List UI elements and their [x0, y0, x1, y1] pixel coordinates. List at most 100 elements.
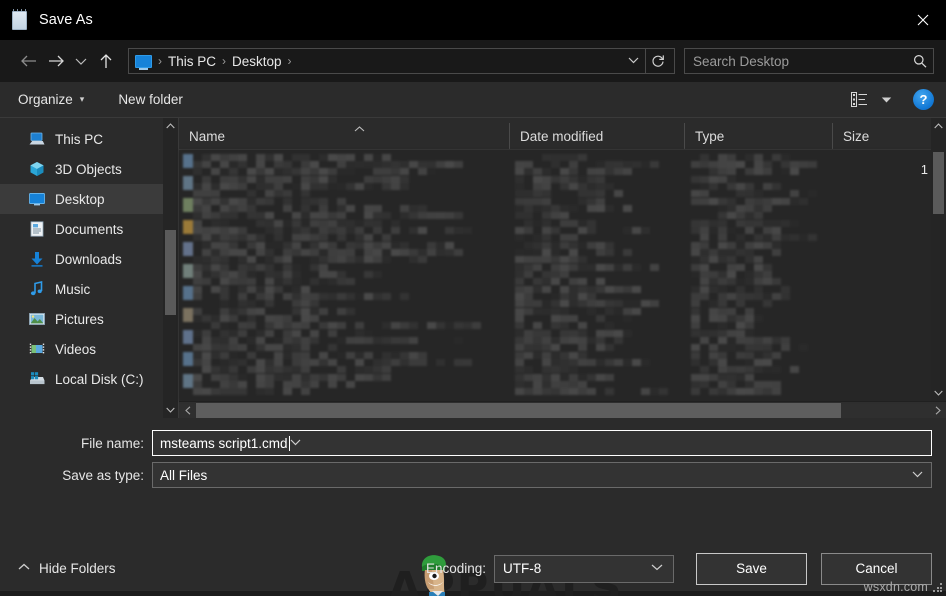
help-button[interactable]: ? — [913, 89, 934, 110]
resize-grip[interactable] — [933, 583, 943, 593]
close-icon[interactable] — [900, 0, 946, 40]
command-toolbar: Organize ▾ New folder ? — [0, 82, 946, 118]
view-options-chevron-down-icon[interactable] — [872, 96, 900, 104]
file-name-input[interactable]: msteams script1.cmd — [152, 430, 932, 456]
save-as-type-row: Save as type: All Files — [0, 462, 946, 488]
sidebar-scroll-down-chevron-down-icon[interactable] — [163, 402, 178, 418]
wsxdn-watermark: wsxdn.com — [864, 580, 928, 594]
save-as-dialog: Save As › This PC › Desktop › — [0, 0, 946, 596]
hide-folders-button[interactable]: Hide Folders — [18, 561, 116, 576]
encoding-chevron-down-icon[interactable] — [651, 563, 667, 574]
hscroll-track[interactable] — [196, 402, 929, 419]
sidebar-item-music[interactable]: Music — [0, 274, 178, 304]
sidebar-item-label: 3D Objects — [55, 162, 122, 177]
file-list-scrollbar[interactable] — [931, 118, 946, 401]
file-rows-blurred[interactable] — [179, 150, 946, 401]
sidebar-item-downloads[interactable]: Downloads — [0, 244, 178, 274]
column-header-date-modified[interactable]: Date modified — [509, 123, 684, 149]
breadcrumb-separator-1: › — [216, 54, 232, 68]
hscroll-left-chevron-left-icon[interactable] — [179, 402, 196, 419]
encoding-label: Encoding: — [426, 561, 486, 576]
new-folder-button[interactable]: New folder — [118, 92, 183, 107]
monitor-icon — [135, 55, 152, 68]
bottom-strip — [0, 591, 946, 596]
column-header-label: Date modified — [520, 129, 603, 144]
save-as-type-select[interactable]: All Files — [152, 462, 932, 488]
list-scroll-down-chevron-down-icon[interactable] — [931, 385, 946, 401]
save-as-type-label: Save as type: — [0, 468, 152, 483]
encoding-select[interactable]: UTF-8 — [494, 555, 674, 583]
size-cell-value: 1 — [921, 162, 928, 177]
organize-button[interactable]: Organize ▾ — [18, 92, 84, 107]
title-bar: Save As — [0, 0, 946, 40]
sidebar-item-3d-objects[interactable]: 3D Objects — [0, 154, 178, 184]
list-scroll-track[interactable] — [931, 134, 946, 385]
sidebar-item-label: Pictures — [55, 312, 104, 327]
sidebar-item-label: Downloads — [55, 252, 122, 267]
column-header-size[interactable]: Size — [832, 123, 892, 149]
arrow-up-icon[interactable] — [92, 47, 120, 75]
sidebar-scrollbar[interactable] — [163, 118, 178, 418]
search-box[interactable]: Search Desktop — [684, 48, 934, 74]
search-input[interactable]: Search Desktop — [693, 54, 913, 69]
sidebar-item-pictures[interactable]: Pictures — [0, 304, 178, 334]
save-as-type-value: All Files — [160, 468, 912, 483]
3d-objects-icon — [28, 160, 46, 178]
column-header-label: Size — [843, 129, 869, 144]
column-header-type[interactable]: Type — [684, 123, 832, 149]
breadcrumb-this-pc[interactable]: This PC — [168, 54, 216, 69]
hscroll-thumb[interactable] — [196, 403, 841, 418]
save-as-type-chevron-down-icon[interactable] — [912, 470, 927, 481]
recent-locations-chevron-down-icon[interactable] — [70, 47, 92, 75]
this-pc-icon — [28, 130, 46, 148]
hide-folders-label: Hide Folders — [39, 561, 116, 576]
arrow-left-icon[interactable] — [14, 47, 42, 75]
encoding-value: UTF-8 — [503, 561, 651, 576]
file-name-chevron-down-icon[interactable] — [290, 438, 305, 449]
sidebar-item-label: Videos — [55, 342, 96, 357]
breadcrumb-desktop[interactable]: Desktop — [232, 54, 282, 69]
refresh-icon[interactable] — [646, 54, 670, 68]
hide-folders-chevron-up-icon — [18, 563, 30, 574]
save-button[interactable]: Save — [696, 553, 807, 585]
sidebar-scroll-thumb[interactable] — [165, 230, 176, 315]
new-folder-label: New folder — [118, 92, 183, 107]
sidebar-item-videos[interactable]: Videos — [0, 334, 178, 364]
documents-icon — [28, 220, 46, 238]
sidebar-item-label: Documents — [55, 222, 123, 237]
breadcrumb-separator-2: › — [282, 54, 298, 68]
desktop-icon — [28, 190, 46, 208]
address-chevron-down-icon[interactable] — [622, 55, 645, 67]
list-scroll-up-chevron-up-icon[interactable] — [931, 118, 946, 134]
sidebar-item-documents[interactable]: Documents — [0, 214, 178, 244]
music-icon — [28, 280, 46, 298]
pictures-icon — [28, 310, 46, 328]
list-scroll-thumb[interactable] — [933, 152, 944, 214]
sort-ascending-icon — [354, 124, 365, 134]
sidebar-item-label: Music — [55, 282, 90, 297]
file-list-horizontal-scrollbar[interactable] — [179, 401, 946, 418]
local-disk-icon — [28, 370, 46, 388]
sidebar-item-local-disk-c[interactable]: Local Disk (C:) — [0, 364, 178, 394]
organize-chevron-down-icon: ▾ — [80, 94, 85, 105]
window-controls — [900, 0, 946, 40]
list-view-icon[interactable] — [846, 89, 872, 111]
search-icon[interactable] — [913, 54, 927, 68]
file-name-value: msteams script1.cmd — [160, 436, 288, 451]
videos-icon — [28, 340, 46, 358]
sidebar-scroll-track[interactable] — [163, 134, 178, 402]
column-headers: Name Date modified Type Size — [179, 118, 946, 150]
sidebar-item-desktop[interactable]: Desktop — [0, 184, 178, 214]
sidebar-item-label: This PC — [55, 132, 103, 147]
dialog-body: This PC 3D Objects — [0, 118, 946, 418]
address-bar[interactable]: › This PC › Desktop › — [128, 48, 675, 74]
window-title: Save As — [39, 12, 93, 28]
sidebar-scroll-up-chevron-up-icon[interactable] — [163, 118, 178, 134]
column-header-name[interactable]: Name — [179, 123, 509, 149]
navigation-bar: › This PC › Desktop › Search Desktop — [0, 40, 946, 82]
arrow-right-icon[interactable] — [42, 47, 70, 75]
hscroll-right-chevron-right-icon[interactable] — [929, 402, 946, 419]
sidebar-item-this-pc[interactable]: This PC — [0, 124, 178, 154]
form-area: File name: msteams script1.cmd Save as t… — [0, 418, 946, 540]
file-name-label: File name: — [0, 436, 152, 451]
